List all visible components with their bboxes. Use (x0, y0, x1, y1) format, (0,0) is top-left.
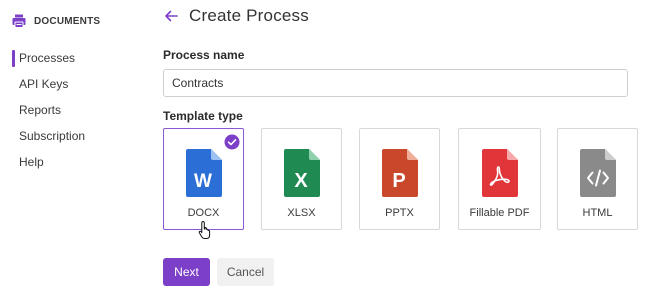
page-header: Create Process (163, 6, 309, 26)
selected-check-icon (224, 134, 240, 150)
process-name-input[interactable] (163, 69, 628, 97)
template-card-fillable-pdf[interactable]: Fillable PDF (458, 128, 541, 230)
process-name-label: Process name (163, 48, 245, 62)
pdf-file-icon (481, 149, 518, 197)
brand: DOCUMENTS (12, 14, 100, 28)
next-button[interactable]: Next (163, 258, 210, 286)
sidebar-item-help[interactable]: Help (12, 154, 85, 180)
brand-name: DOCUMENTS (34, 15, 101, 27)
hand-cursor-icon (198, 221, 211, 239)
svg-text:X: X (294, 170, 308, 192)
template-card-xlsx[interactable]: X XLSX (261, 128, 342, 230)
template-label-pptx: PPTX (385, 207, 414, 219)
sidebar-item-subscription[interactable]: Subscription (12, 128, 85, 154)
template-label-docx: DOCX (187, 207, 220, 219)
sidebar: DOCUMENTS Processes API Keys Reports Sub… (0, 0, 150, 297)
arrow-left-icon[interactable] (163, 8, 179, 24)
template-card-docx[interactable]: W DOCX (163, 128, 244, 239)
sidebar-item-processes[interactable]: Processes (12, 50, 85, 76)
word-file-icon: W (185, 149, 222, 197)
sidebar-nav: Processes API Keys Reports Subscription … (12, 50, 85, 180)
template-card-pptx[interactable]: P PPTX (359, 128, 440, 230)
powerpoint-file-icon: P (381, 149, 418, 197)
template-label-html: HTML (582, 207, 613, 219)
code-file-icon (579, 149, 616, 197)
excel-file-icon: X (283, 149, 320, 197)
sidebar-item-api-keys[interactable]: API Keys (12, 76, 85, 102)
template-label-xlsx: XLSX (287, 207, 316, 219)
svg-text:P: P (392, 170, 405, 192)
template-card-html[interactable]: HTML (557, 128, 638, 230)
template-label-fillable-pdf: Fillable PDF (469, 207, 530, 219)
documents-logo-icon (12, 14, 26, 28)
main-content: Create Process Process name Template typ… (163, 0, 650, 297)
page-title: Create Process (189, 6, 309, 25)
template-type-label: Template type (163, 109, 243, 123)
cancel-button[interactable]: Cancel (217, 258, 274, 286)
sidebar-item-reports[interactable]: Reports (12, 102, 85, 128)
svg-text:W: W (194, 171, 212, 192)
